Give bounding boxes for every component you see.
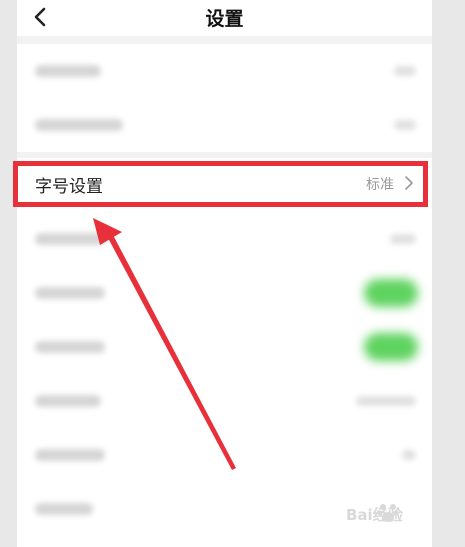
page-title: 设置	[205, 8, 244, 30]
blurred-value	[390, 234, 416, 244]
settings-row-toggle[interactable]	[17, 266, 432, 320]
left-margin	[0, 0, 17, 547]
right-margin	[432, 0, 465, 547]
settings-row-toggle[interactable]	[17, 320, 432, 374]
blurred-value	[394, 66, 416, 76]
watermark-text: Bai经验	[346, 506, 403, 524]
blurred-label	[35, 503, 93, 515]
blurred-value	[356, 396, 416, 406]
navigation-bar: 设置	[17, 0, 432, 36]
section-divider	[17, 36, 432, 44]
blurred-label	[35, 65, 101, 77]
blurred-label	[35, 233, 105, 245]
font-size-setting-label: 字号设置	[35, 177, 103, 197]
settings-row-blurred[interactable]	[17, 374, 432, 428]
blurred-label	[35, 449, 105, 461]
chevron-right-icon	[405, 176, 413, 190]
blurred-label	[35, 395, 101, 407]
toggle-switch[interactable]	[364, 333, 418, 361]
blurred-label	[35, 341, 105, 353]
blurred-label	[35, 287, 105, 299]
toggle-switch[interactable]	[364, 279, 418, 307]
settings-row-blurred[interactable]	[17, 98, 432, 152]
blurred-value	[402, 450, 416, 460]
blurred-label	[35, 119, 123, 131]
settings-screen: 设置 字号设置 标准	[17, 0, 432, 547]
settings-row-blurred[interactable]	[17, 428, 432, 482]
blurred-value	[394, 120, 416, 130]
settings-row-blurred[interactable]	[17, 212, 432, 266]
font-size-setting-row[interactable]: 字号设置 标准	[17, 158, 432, 212]
baidu-watermark: Bai经验	[346, 500, 442, 526]
font-size-setting-value: 标准	[366, 177, 394, 193]
settings-row-blurred[interactable]	[17, 44, 432, 98]
